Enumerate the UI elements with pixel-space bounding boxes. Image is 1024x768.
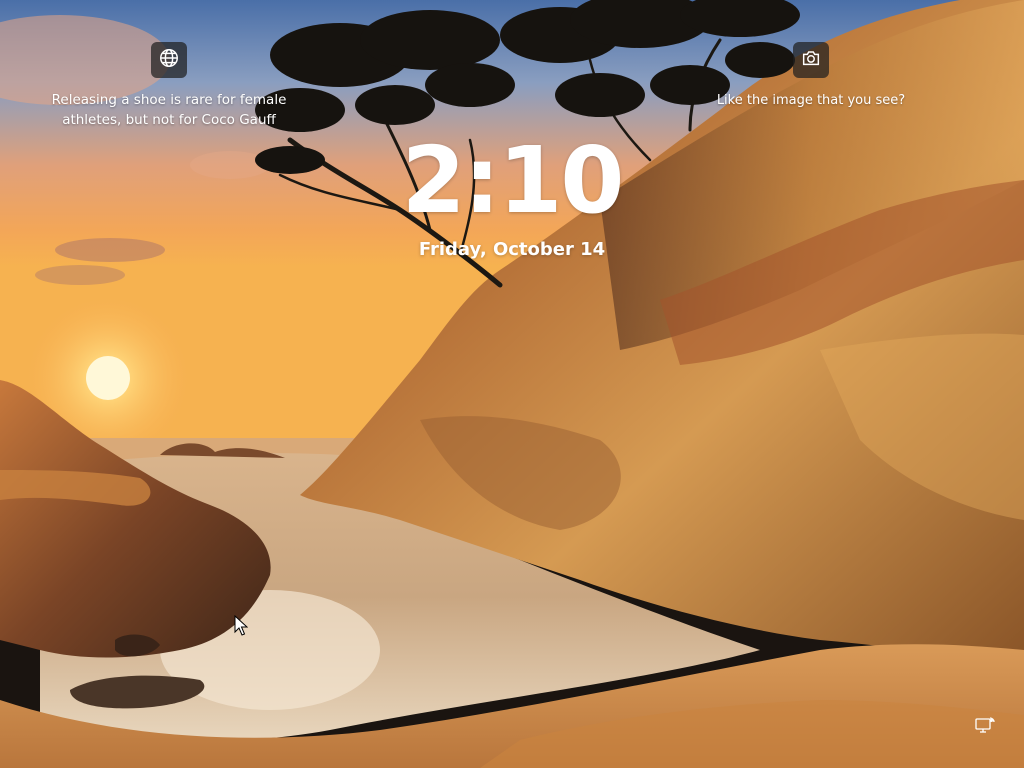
clock-time: 2:10 [401, 127, 625, 234]
spotlight-info-button[interactable] [151, 42, 187, 78]
clock-date: Friday, October 14 [418, 239, 606, 260]
globe-icon [158, 47, 180, 73]
spotlight-info-widget[interactable]: Releasing a shoe is rare for female athl… [40, 40, 298, 130]
lockscreen-clock: 2:10 Friday, October 14 [362, 128, 662, 262]
like-image-widget[interactable]: Like the image that you see? [700, 40, 922, 110]
spotlight-caption[interactable]: Releasing a shoe is rare for female athl… [40, 90, 298, 130]
network-status-icon [974, 717, 996, 740]
like-image-caption[interactable]: Like the image that you see? [700, 92, 922, 110]
like-image-button[interactable] [793, 42, 829, 78]
camera-icon [800, 47, 822, 73]
network-status-button[interactable] [974, 716, 996, 736]
